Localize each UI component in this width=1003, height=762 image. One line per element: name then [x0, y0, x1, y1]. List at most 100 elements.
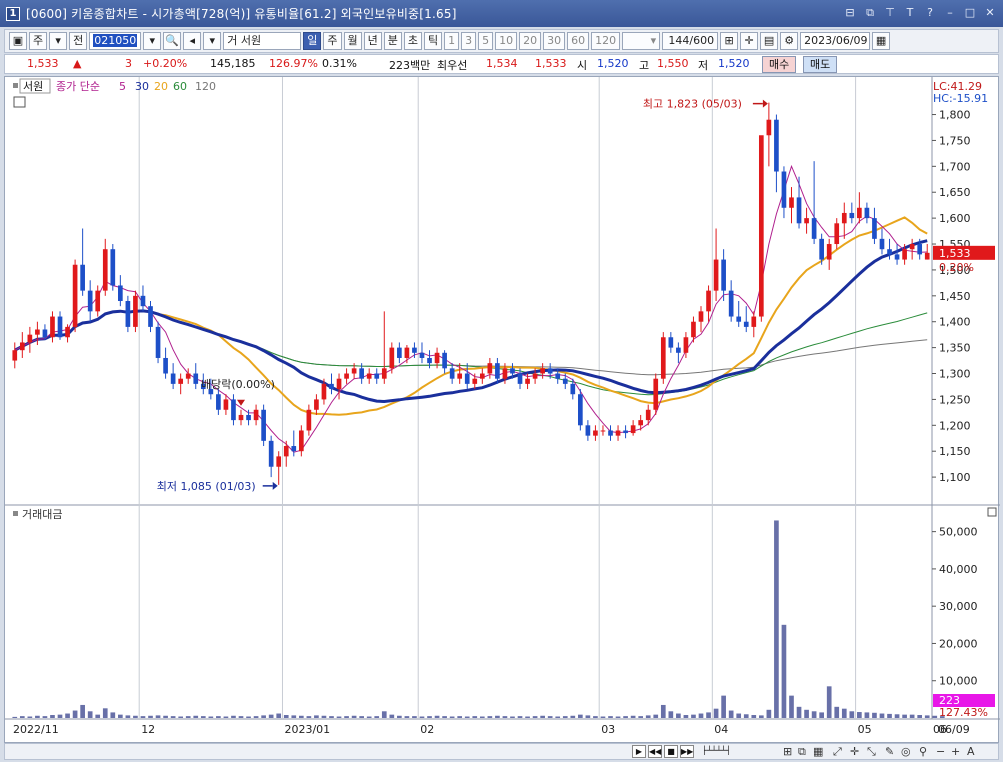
crosshair-tool-icon[interactable]: ✛ — [850, 745, 859, 758]
hc-value: HC:-15.91 — [933, 92, 988, 105]
candle-body — [261, 409, 266, 441]
price-tick-label: 1,150 — [939, 445, 971, 458]
rewind-icon[interactable]: ◀◀ — [648, 745, 662, 758]
window-link-icon[interactable]: ⊟ — [843, 5, 857, 20]
view-tool-icon[interactable]: ◎ — [901, 745, 911, 758]
market-dropdown-icon[interactable]: ▾ — [49, 32, 68, 50]
candle-body — [653, 378, 659, 410]
period-week[interactable]: 주 — [323, 32, 342, 50]
candle-body — [464, 373, 470, 384]
window-copy-icon[interactable]: ⧉ — [863, 5, 877, 20]
volume-bar — [397, 715, 402, 718]
period-year[interactable]: 년 — [363, 32, 382, 50]
candle-body — [412, 347, 417, 353]
stop-icon[interactable]: ■ — [664, 745, 678, 758]
search-tool-icon[interactable]: ⚲ — [919, 745, 927, 758]
interval-1[interactable]: 1 — [444, 32, 460, 50]
market-type-select[interactable]: 전 — [69, 32, 88, 50]
period-second[interactable]: 초 — [403, 32, 422, 50]
expand-tool-icon[interactable]: ⤢ — [833, 745, 842, 759]
volume-bar — [314, 715, 319, 718]
ruler-tool-icon[interactable]: ⤡ — [867, 745, 876, 759]
candle-body — [381, 368, 387, 379]
crosshair-icon[interactable]: ✛ — [740, 32, 759, 50]
interval-120[interactable]: 120 — [591, 32, 621, 50]
pin-icon[interactable]: ⊤ — [883, 5, 897, 20]
maximize-icon[interactable]: □ — [963, 5, 977, 20]
interval-dropdown[interactable]: ▾ — [622, 32, 661, 50]
save-icon[interactable]: ▤ — [760, 32, 779, 50]
volume-bar — [676, 713, 681, 718]
candle-body — [857, 207, 862, 219]
period-tick[interactable]: 틱 — [424, 32, 443, 50]
scroll-right-icon[interactable]: ▶ — [632, 745, 646, 758]
volume-bar — [12, 716, 18, 718]
volume-bar — [660, 704, 666, 718]
interval-10[interactable]: 10 — [495, 32, 518, 50]
volume-bar — [389, 714, 395, 718]
stock-code-input[interactable]: 021050 — [89, 32, 142, 50]
volume-bar — [638, 716, 644, 718]
volume-bar — [200, 716, 206, 718]
speaker-dropdown-icon[interactable]: ▾ — [203, 32, 222, 50]
zoom-in-small-icon[interactable]: + — [951, 745, 960, 758]
zoom-in-icon[interactable]: ⊞ — [720, 32, 739, 50]
search-icon[interactable]: 🔍 — [163, 32, 182, 50]
table-tool-icon[interactable]: ▦ — [813, 745, 823, 758]
candle-body — [668, 337, 674, 348]
interval-20[interactable]: 20 — [519, 32, 542, 50]
volume-bar — [819, 712, 824, 718]
window-tool-icon[interactable]: ⊞ — [783, 745, 792, 758]
price-tick-label: 1,700 — [939, 160, 971, 173]
chart-area[interactable]: 1,100 1,150 1,200 1,250 1,300 1,350 1,400 1,450… — [4, 76, 1000, 744]
edit-tool-icon[interactable]: ✎ — [885, 745, 894, 758]
volume-bar — [472, 716, 478, 718]
stock-name-field[interactable]: 거 서원 — [223, 32, 302, 50]
candle-body — [291, 446, 297, 452]
date-input[interactable]: 2023/06/09 — [800, 32, 871, 50]
font-icon[interactable]: T — [903, 5, 917, 20]
price-volume-chart[interactable]: 1,100 1,150 1,200 1,250 1,300 1,350 1,400 1,450… — [5, 77, 1000, 744]
interval-5[interactable]: 5 — [478, 32, 494, 50]
settings-icon[interactable]: ⚙ — [780, 32, 799, 50]
volume-bar — [306, 716, 312, 718]
price-tick-label: 1,250 — [939, 393, 971, 406]
time-axis-label: 2023/01 — [284, 723, 330, 736]
zoom-slider[interactable]: ├┴┴┴┴┤ — [702, 745, 772, 758]
copy-tool-icon[interactable]: ⧉ — [798, 745, 806, 759]
layout-icon[interactable]: ▣ — [9, 32, 27, 50]
volume-bar — [826, 686, 832, 718]
volume-panel-collapse-icon — [13, 511, 18, 516]
interval-3[interactable]: 3 — [461, 32, 477, 50]
interval-60[interactable]: 60 — [567, 32, 590, 50]
interval-30[interactable]: 30 — [543, 32, 566, 50]
market-select[interactable]: 주 — [29, 32, 48, 50]
bid-price: 1,533 — [535, 57, 567, 70]
help-icon[interactable]: ? — [923, 5, 937, 20]
candle-body — [35, 329, 40, 335]
candle-body — [789, 197, 794, 208]
turnover: 0.31% — [322, 57, 357, 70]
calendar-icon[interactable]: ▦ — [872, 32, 891, 50]
time-axis-label: 02 — [420, 723, 434, 736]
sell-button[interactable]: 매도 — [803, 56, 838, 73]
candle-body — [57, 316, 63, 338]
last-change-label: 0.20% — [939, 261, 974, 274]
close-icon[interactable]: ✕ — [983, 5, 997, 20]
count-input[interactable]: 144/600 — [662, 32, 719, 50]
zoom-out-icon[interactable]: − — [936, 745, 945, 758]
price-tick-label: 1,450 — [939, 290, 971, 303]
font-size-icon[interactable]: A — [967, 745, 975, 758]
minimize-icon[interactable]: – — [943, 5, 957, 20]
period-day[interactable]: 일 — [303, 32, 322, 50]
buy-button[interactable]: 매수 — [762, 56, 797, 73]
candle-body — [479, 373, 485, 379]
code-dropdown-icon[interactable]: ▾ — [143, 32, 162, 50]
ma-legend-item: 60 — [173, 80, 187, 93]
candle-body — [510, 368, 515, 374]
period-month[interactable]: 월 — [343, 32, 362, 50]
speaker-icon[interactable]: ◂ — [183, 32, 202, 50]
candle-body — [819, 238, 824, 260]
period-minute[interactable]: 분 — [383, 32, 402, 50]
forward-icon[interactable]: ▶▶ — [680, 745, 694, 758]
